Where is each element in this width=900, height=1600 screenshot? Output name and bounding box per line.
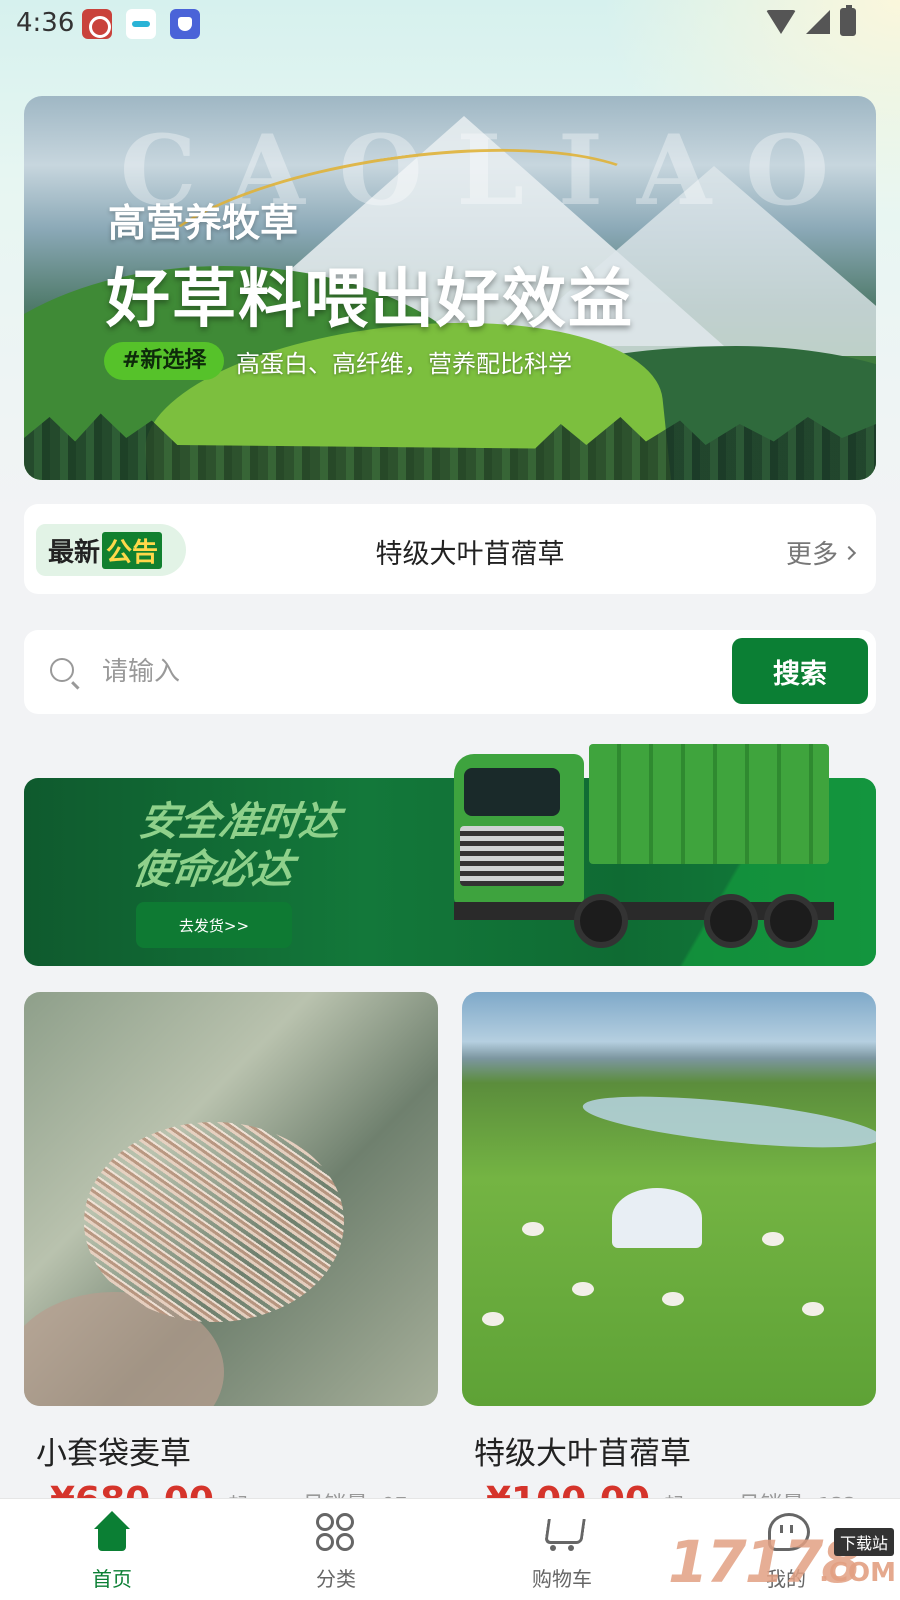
- weibo-like-app-icon: [82, 9, 112, 39]
- product-photo-sheep: [482, 1312, 504, 1326]
- truck-dump-bed: [589, 744, 829, 864]
- category-icon: [314, 1511, 358, 1555]
- hero-tag: #新选择: [104, 342, 225, 380]
- tab-cart-label: 购物车: [532, 1567, 592, 1591]
- product-photo-hay: [84, 1122, 344, 1322]
- tab-category-label: 分类: [316, 1567, 356, 1591]
- product-photo-sheep: [802, 1302, 824, 1316]
- truck-wheel: [574, 894, 628, 948]
- promo-slogan-line2: 使命必达: [129, 847, 296, 893]
- hero-title: 好草料喂出好效益: [106, 263, 634, 337]
- hero-banner[interactable]: CAOLIAO 高营养牧草 好草料喂出好效益 #新选择 高蛋白、高纤维，营养配比…: [24, 96, 876, 480]
- tab-category[interactable]: 分类: [276, 1511, 396, 1592]
- site-watermark: 17178 下载站 .COM: [664, 1522, 900, 1600]
- truck-wheel: [704, 894, 758, 948]
- tab-home-label: 首页: [92, 1567, 132, 1591]
- product-photo-river: [580, 1086, 876, 1158]
- announcement-bar[interactable]: 最新 公告 特级大叶苜蓿草 更多: [24, 504, 876, 594]
- hero-description: 高蛋白、高纤维，营养配比科学: [236, 350, 572, 378]
- product-photo-sheep: [662, 1292, 684, 1306]
- battery-charging-icon: [840, 5, 856, 36]
- announcement-more-link[interactable]: 更多: [785, 534, 857, 571]
- more-label: 更多: [785, 540, 838, 570]
- wifi-icon: [766, 10, 796, 34]
- watermark-badge: 下载站: [833, 1528, 894, 1556]
- product-photo-sheep: [572, 1282, 594, 1296]
- truck-wheel: [764, 894, 818, 948]
- tab-home[interactable]: 首页: [52, 1511, 172, 1592]
- product-name[interactable]: 小套袋麦草: [36, 1428, 191, 1473]
- truck-illustration: [434, 734, 834, 974]
- promo-slogan-line1: 安全准时达: [136, 799, 343, 845]
- product-image-wheat-straw[interactable]: [24, 992, 438, 1406]
- search-bar: 搜索: [24, 630, 876, 714]
- product-photo-sheep: [522, 1222, 544, 1236]
- product-name[interactable]: 特级大叶苜蓿草: [474, 1428, 691, 1473]
- status-bar: 4:36: [0, 0, 900, 48]
- watermark-suffix: .COM: [819, 1558, 896, 1588]
- product-image-alfalfa[interactable]: [462, 992, 876, 1406]
- hero-subtitle: 高营养牧草: [108, 201, 299, 245]
- status-indicators: [766, 5, 856, 36]
- truck-grill: [460, 826, 564, 886]
- truck-windshield: [464, 768, 560, 816]
- tab-cart[interactable]: 购物车: [502, 1511, 622, 1592]
- product-photo-yurt: [612, 1188, 702, 1248]
- shield-app-icon: [170, 9, 200, 39]
- home-icon: [90, 1511, 134, 1555]
- search-icon: [50, 658, 74, 682]
- ship-now-button[interactable]: 去发货>>: [136, 902, 292, 948]
- bird-app-icon: [126, 9, 156, 39]
- announcement-text[interactable]: 特级大叶苜蓿草: [24, 532, 876, 571]
- product-photo-sheep: [762, 1232, 784, 1246]
- cart-icon: [540, 1511, 584, 1555]
- search-input[interactable]: [102, 648, 642, 696]
- promo-slogan: 安全准时达 使命必达: [129, 798, 342, 894]
- signal-icon: [806, 10, 830, 34]
- search-button[interactable]: 搜索: [732, 638, 868, 704]
- status-time: 4:36: [16, 8, 75, 38]
- chevron-right-icon: [841, 545, 857, 560]
